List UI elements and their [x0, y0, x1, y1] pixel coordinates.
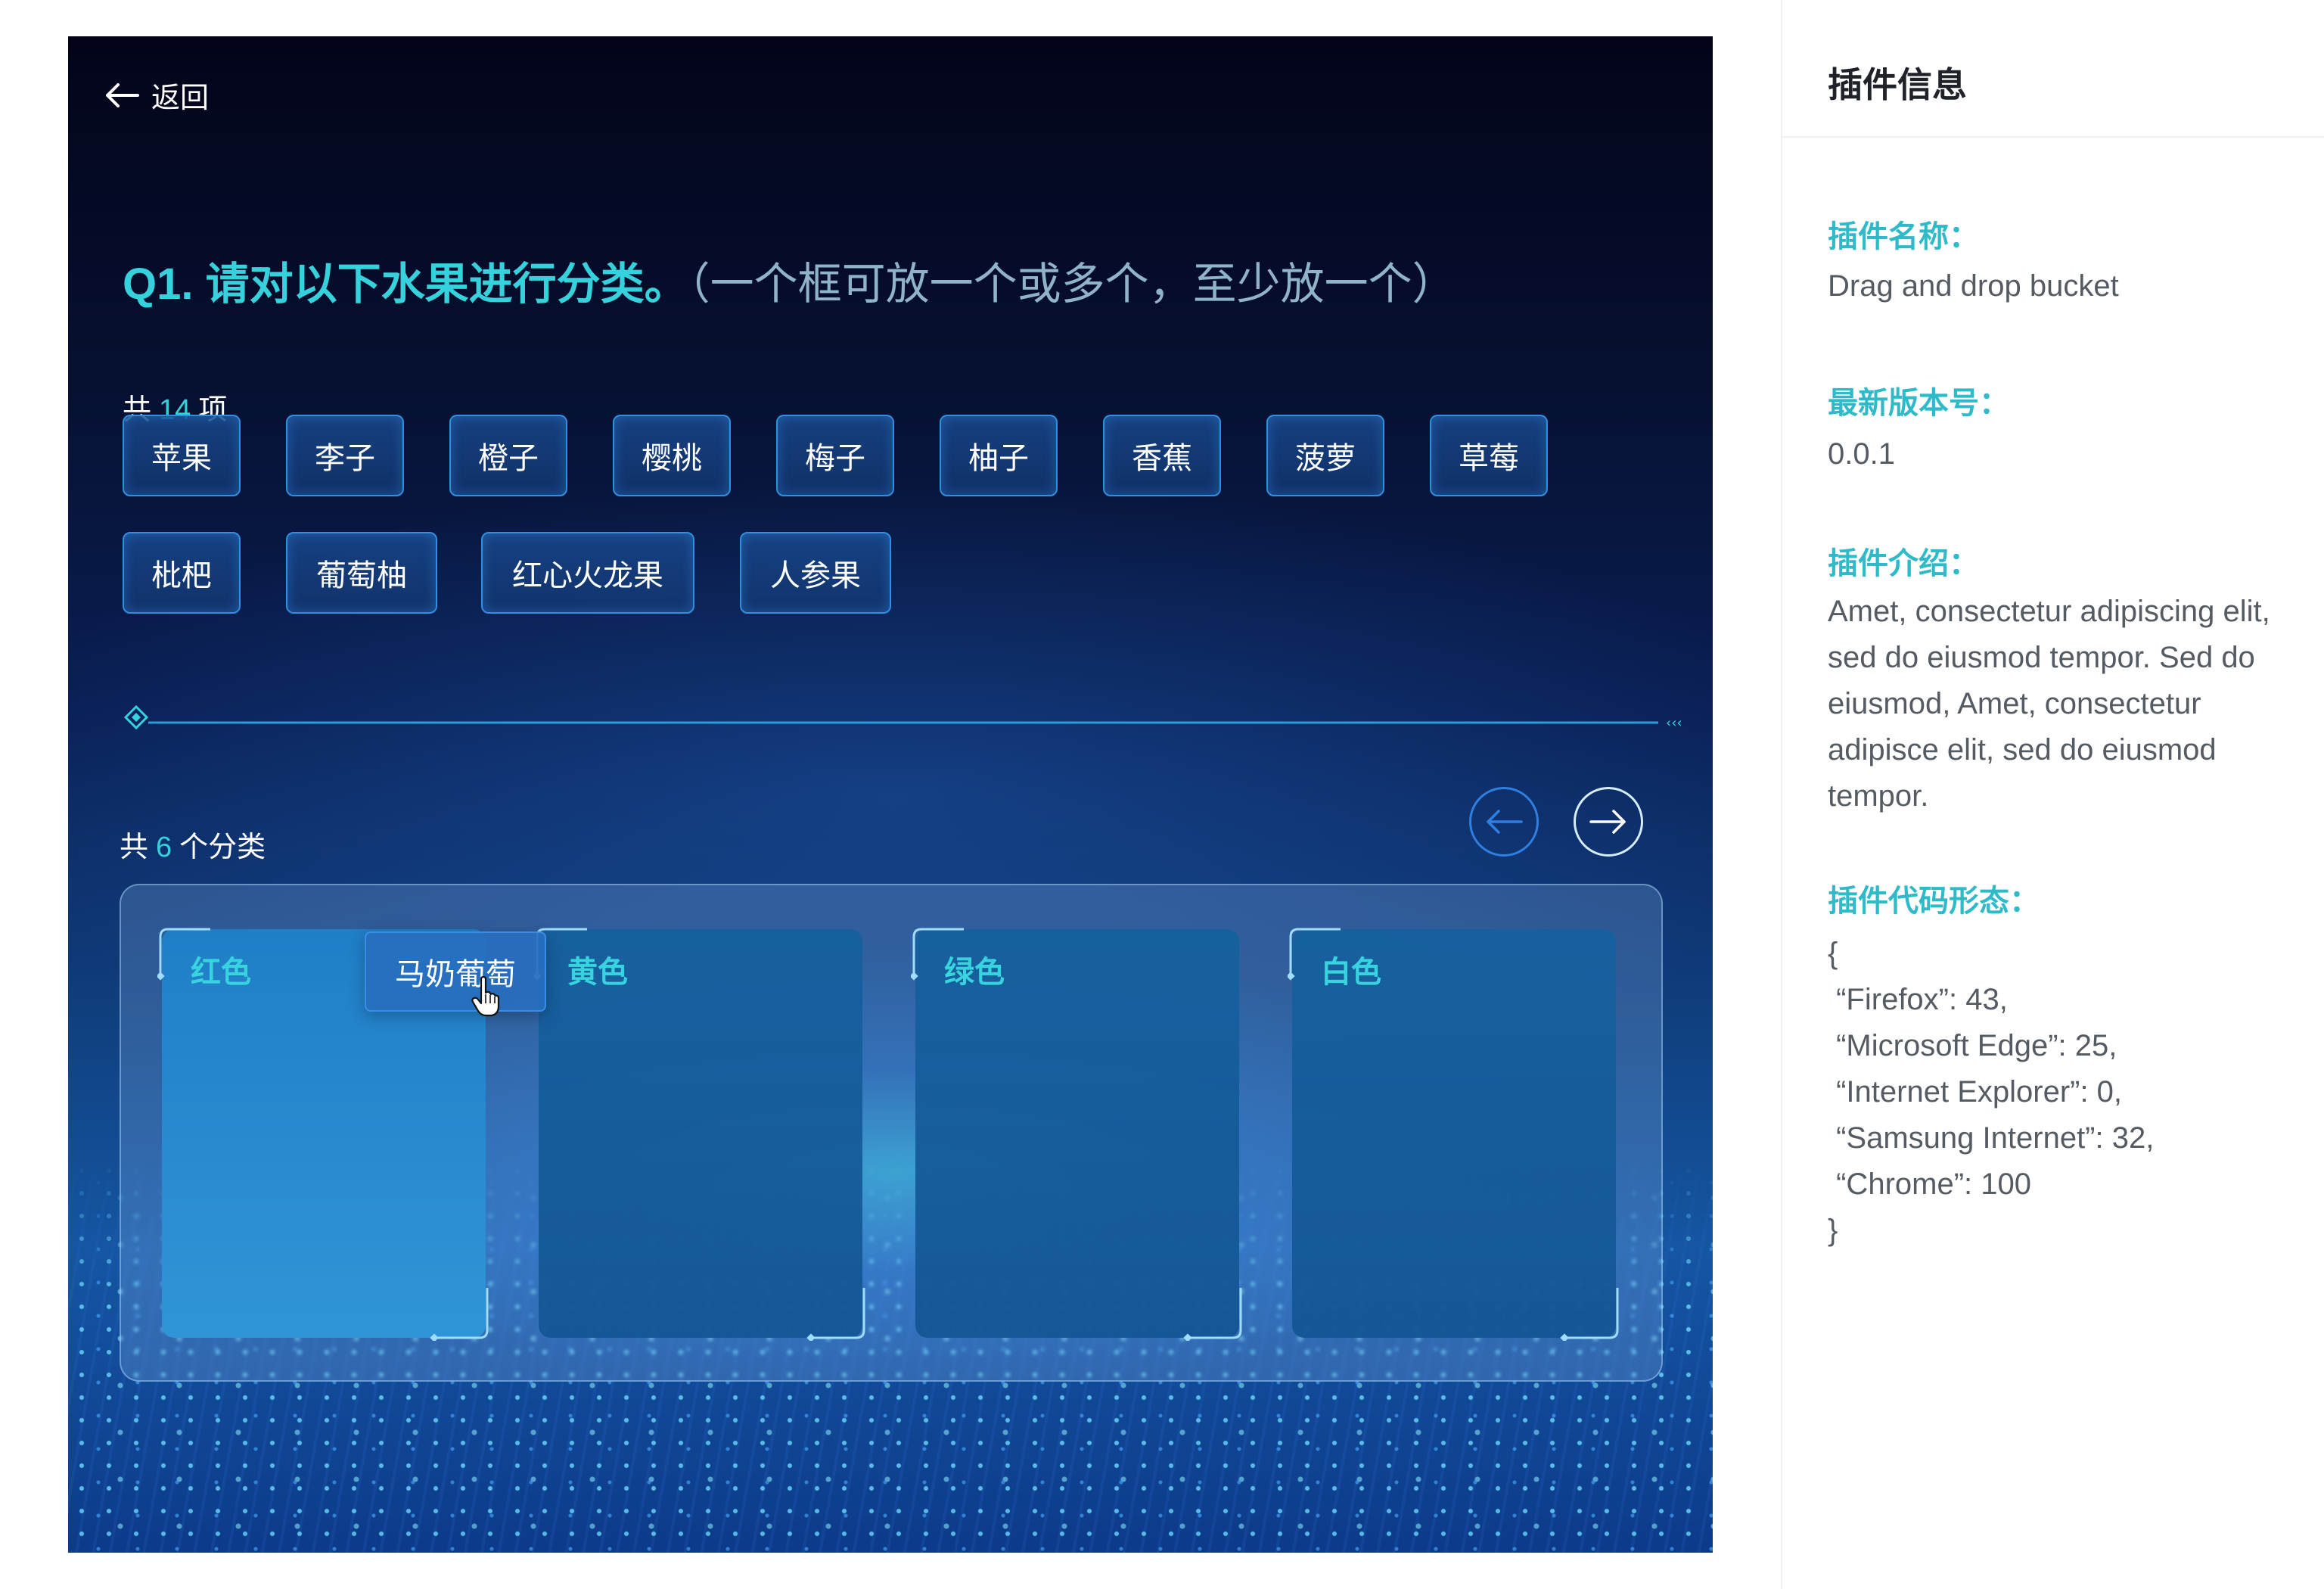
- arrow-left-icon: [106, 82, 139, 107]
- question-hint: （一个框可放一个或多个，至少放一个）: [688, 260, 1456, 309]
- item-chip[interactable]: 樱桃: [613, 415, 731, 496]
- item-chip[interactable]: 红心火龙果: [481, 532, 694, 614]
- info-divider: [1782, 136, 2324, 138]
- item-chip[interactable]: 菠萝: [1266, 415, 1384, 496]
- bucket-green[interactable]: 绿色: [911, 928, 1242, 1341]
- item-chip[interactable]: 枇杷: [123, 532, 241, 614]
- bucket-corner-decoration: [806, 1288, 865, 1341]
- item-chip[interactable]: 葡萄柚: [286, 532, 437, 614]
- bucket-white[interactable]: 白色: [1288, 928, 1619, 1341]
- intro-label: 插件介绍：: [1828, 547, 1979, 580]
- bucket-label: 黄色: [567, 956, 628, 989]
- item-chip[interactable]: 梅子: [776, 415, 894, 496]
- back-button[interactable]: 返回: [103, 74, 209, 116]
- plugin-name-value: Drag and drop bucket: [1828, 269, 2119, 303]
- bucket-corner-decoration: [1560, 1288, 1619, 1341]
- bucket-label: 绿色: [944, 956, 1005, 989]
- back-label: 返回: [151, 82, 210, 114]
- dragging-item-chip[interactable]: 马奶葡萄: [365, 931, 546, 1012]
- bucket-yellow[interactable]: 黄色: [534, 928, 865, 1341]
- item-chip[interactable]: 苹果: [123, 415, 241, 496]
- arrow-left-icon: [1487, 810, 1523, 834]
- question-text: Q1. 请对以下水果进行分类。: [123, 260, 688, 309]
- code-label: 插件代码形态：: [1828, 885, 2040, 918]
- plugin-preview-stage: 返回 Q1. 请对以下水果进行分类。（一个框可放一个或多个，至少放一个） 共 14…: [68, 36, 1713, 1553]
- next-page-button[interactable]: [1574, 787, 1643, 857]
- intro-value: Amet, consectetur adipiscing elit, sed d…: [1828, 595, 2270, 813]
- item-chip[interactable]: 橙子: [449, 415, 567, 496]
- bucket-label: 白色: [1321, 956, 1381, 989]
- svg-text:‹‹‹: ‹‹‹: [1666, 715, 1682, 731]
- bucket-label: 红色: [191, 956, 251, 989]
- hand-pointer-icon: [471, 976, 500, 1017]
- bucket-corner-decoration: [1183, 1288, 1242, 1341]
- item-chip[interactable]: 香蕉: [1103, 415, 1221, 496]
- item-chip[interactable]: 人参果: [740, 532, 891, 614]
- prev-page-button[interactable]: [1469, 787, 1539, 857]
- bucket-corner-decoration: [430, 1288, 489, 1341]
- categories-count-value: 6: [156, 832, 172, 863]
- code-value: { “Firefox”: 43, “Microsoft Edge”: 25, “…: [1828, 937, 2155, 1247]
- categories-count: 共 6 个分类: [120, 823, 266, 865]
- item-chip[interactable]: 柚子: [940, 415, 1058, 496]
- categories-count-prefix: 共: [120, 832, 149, 863]
- item-chip[interactable]: 李子: [286, 415, 404, 496]
- info-panel-title: 插件信息: [1828, 65, 1967, 104]
- version-value: 0.0.1: [1828, 437, 1895, 471]
- question-title: Q1. 请对以下水果进行分类。（一个框可放一个或多个，至少放一个）: [123, 248, 1456, 312]
- section-divider: ‹‹‹: [123, 704, 1682, 731]
- arrow-right-icon: [1589, 810, 1626, 834]
- version-label: 最新版本号：: [1828, 387, 2009, 420]
- plugin-name-label: 插件名称：: [1828, 220, 1979, 253]
- categories-count-suffix: 个分类: [179, 832, 266, 863]
- item-chip[interactable]: 草莓: [1430, 415, 1548, 496]
- plugin-info-panel: 插件信息 插件名称： Drag and drop bucket 最新版本号： 0…: [1781, 0, 2324, 1589]
